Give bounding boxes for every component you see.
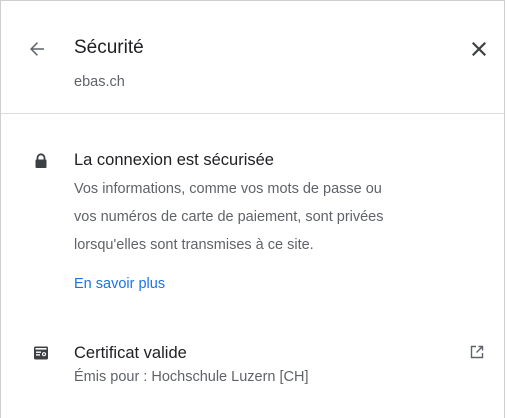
learn-more-link[interactable]: En savoir plus (74, 274, 165, 294)
panel-header: Sécurité ebas.ch (1, 1, 504, 114)
arrow-back-icon (30, 42, 44, 56)
connection-status-title: La connexion est sécurisée (74, 151, 274, 169)
close-button[interactable] (467, 37, 491, 61)
certificate-section[interactable]: Certificat valide Émis pour : Hochschule… (1, 331, 504, 401)
page-title: Sécurité (74, 37, 144, 58)
back-button[interactable] (23, 35, 51, 63)
connection-description: Vos informations, comme vos mots de pass… (74, 175, 494, 259)
external-link-icon (470, 345, 484, 359)
certificate-issued-for: Émis pour : Hochschule Luzern [CH] (74, 369, 309, 385)
connection-section: La connexion est sécurisée Vos informati… (1, 143, 504, 303)
description-line: vos numéros de carte de paiement, sont p… (74, 209, 384, 225)
certificate-icon (34, 346, 48, 360)
site-domain: ebas.ch (74, 74, 125, 90)
certificate-title: Certificat valide (74, 344, 187, 362)
description-line: lorsqu'elles sont transmises à ce site. (74, 237, 314, 253)
close-icon (472, 42, 486, 56)
open-certificate-button[interactable] (467, 342, 487, 362)
site-security-panel: Sécurité ebas.ch La connexion est sécuri… (0, 0, 505, 418)
lock-icon (35, 153, 47, 168)
description-line: Vos informations, comme vos mots de pass… (74, 181, 382, 197)
